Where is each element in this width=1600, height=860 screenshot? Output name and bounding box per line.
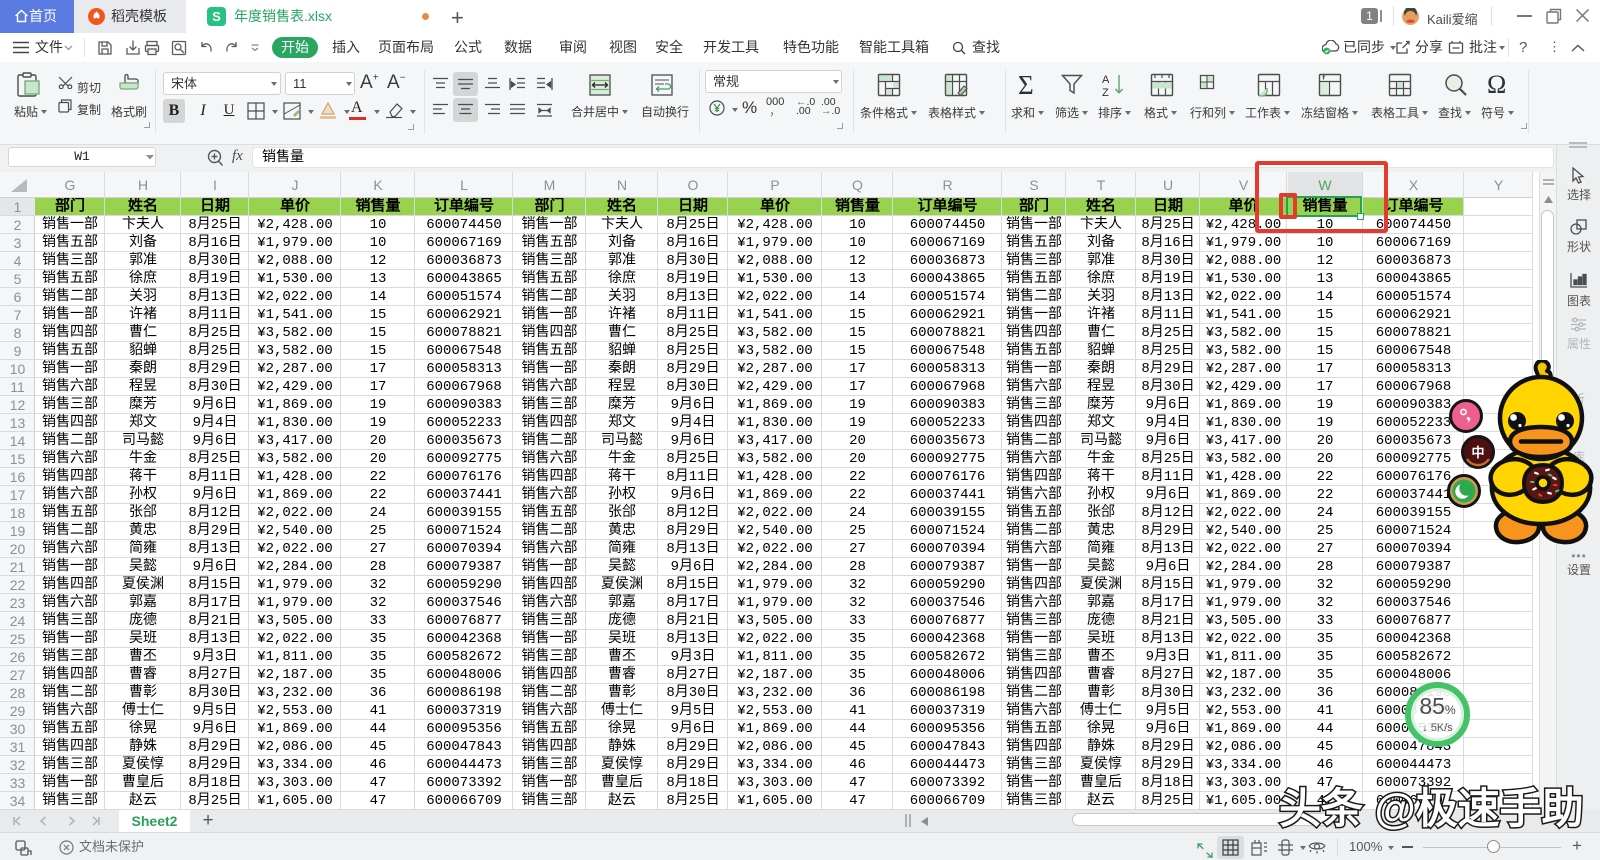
svg-text:Z: Z: [1102, 87, 1109, 97]
svg-text:*: *: [1322, 73, 1327, 84]
svg-text:中: 中: [1471, 445, 1484, 460]
svg-text:A: A: [1102, 74, 1110, 86]
svg-text:S: S: [212, 9, 221, 24]
